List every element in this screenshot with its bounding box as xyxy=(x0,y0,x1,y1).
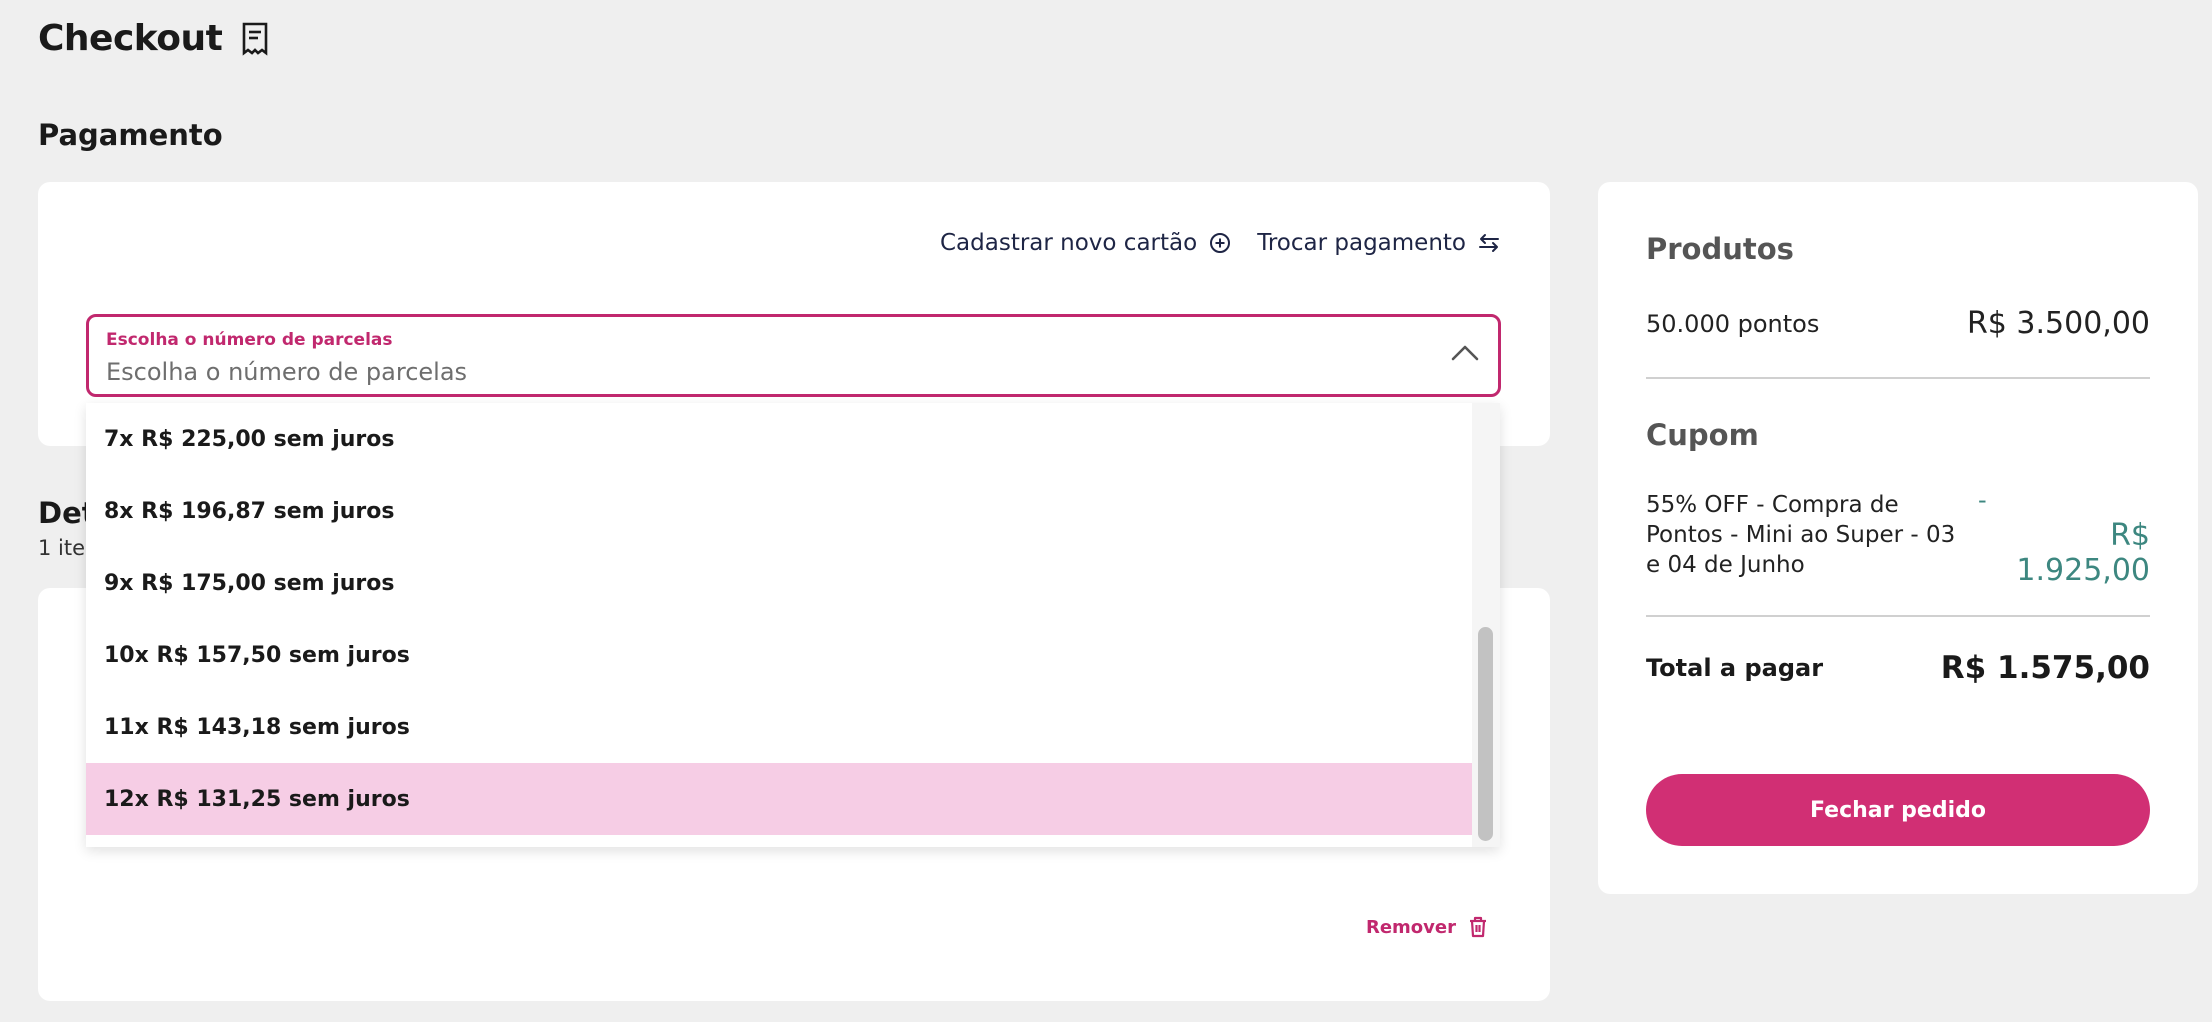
installments-select[interactable]: Escolha o número de parcelas Escolha o n… xyxy=(86,314,1501,397)
coupon-heading: Cupom xyxy=(1646,418,1759,452)
product-row: 50.000 pontos R$ 3.500,00 xyxy=(1646,306,2150,341)
remove-item-label: Remover xyxy=(1365,916,1456,938)
plus-circle-icon xyxy=(1210,233,1231,253)
register-new-card-link[interactable]: Cadastrar novo cartão xyxy=(940,230,1231,256)
payment-section-title: Pagamento xyxy=(38,118,223,152)
swap-arrows-icon xyxy=(1479,234,1499,252)
coupon-row: 55% OFF - Compra de Pontos - Mini ao Sup… xyxy=(1646,486,2150,588)
switch-payment-link[interactable]: Trocar pagamento xyxy=(1257,230,1500,256)
dropdown-scrollbar[interactable] xyxy=(1472,403,1500,847)
page-header: Checkout xyxy=(38,18,270,59)
page-title: Checkout xyxy=(38,18,223,59)
chevron-up-icon xyxy=(1451,345,1479,361)
total-row: Total a pagar R$ 1.575,00 xyxy=(1646,650,2150,686)
order-summary-card: Produtos 50.000 pontos R$ 3.500,00 Cupom… xyxy=(1598,182,2198,894)
installment-option-highlighted[interactable]: 12x R$ 131,25 sem juros xyxy=(86,763,1472,835)
installments-dropdown: 7x R$ 225,00 sem juros 8x R$ 196,87 sem … xyxy=(86,403,1500,847)
place-order-button[interactable]: Fechar pedido xyxy=(1646,774,2150,846)
installments-options-list: 7x R$ 225,00 sem juros 8x R$ 196,87 sem … xyxy=(86,403,1472,835)
total-label: Total a pagar xyxy=(1646,654,1824,682)
installments-select-placeholder: Escolha o número de parcelas xyxy=(106,358,468,386)
products-heading: Produtos xyxy=(1646,232,1794,266)
coupon-minus-sign: - xyxy=(1978,486,1987,514)
receipt-icon xyxy=(243,22,268,56)
payment-actions: Cadastrar novo cartão Trocar pagamento xyxy=(940,230,1500,256)
switch-payment-label: Trocar pagamento xyxy=(1257,230,1466,256)
product-name: 50.000 pontos xyxy=(1646,309,1820,338)
summary-divider xyxy=(1646,615,2150,617)
total-value: R$ 1.575,00 xyxy=(1940,650,2150,686)
product-price: R$ 3.500,00 xyxy=(1966,306,2150,341)
installment-option[interactable]: 9x R$ 175,00 sem juros xyxy=(86,547,1472,619)
installment-option[interactable]: 7x R$ 225,00 sem juros xyxy=(86,403,1472,475)
summary-divider xyxy=(1646,377,2150,379)
coupon-description: 55% OFF - Compra de Pontos - Mini ao Sup… xyxy=(1646,492,1956,578)
installment-option[interactable]: 8x R$ 196,87 sem juros xyxy=(86,475,1472,547)
remove-item-button[interactable]: Remover xyxy=(1366,916,1488,938)
trash-icon xyxy=(1470,916,1486,938)
register-new-card-label: Cadastrar novo cartão xyxy=(939,230,1198,256)
coupon-discount: R$ 1.925,00 xyxy=(2016,518,2150,588)
dropdown-scrollbar-thumb[interactable] xyxy=(1478,627,1493,841)
installments-select-label: Escolha o número de parcelas xyxy=(106,330,393,350)
installment-option[interactable]: 10x R$ 157,50 sem juros xyxy=(86,619,1472,691)
installment-option[interactable]: 11x R$ 143,18 sem juros xyxy=(86,691,1472,763)
